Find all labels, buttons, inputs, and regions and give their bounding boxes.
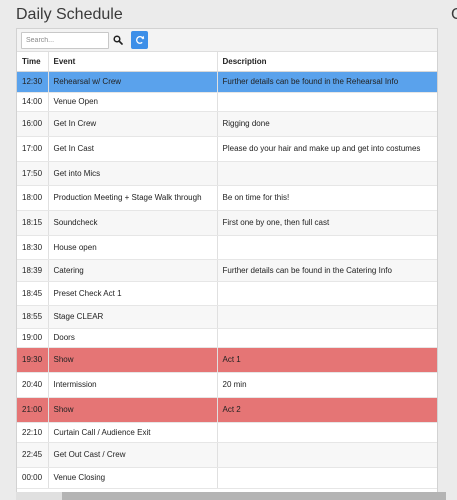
cell-description — [217, 467, 437, 489]
cell-event: Production Meeting + Stage Walk through — [48, 185, 218, 211]
cell-description: Be on time for this! — [217, 185, 437, 211]
cell-event: Get Out Cast / Crew — [48, 442, 218, 468]
cell-event: Venue Open — [48, 92, 218, 112]
cell-event: Intermission — [48, 372, 218, 398]
cell-description — [217, 161, 437, 186]
horizontal-scrollbar[interactable] — [16, 492, 446, 500]
cell-event: House open — [48, 235, 218, 260]
cell-event: Get In Cast — [48, 136, 218, 162]
cell-time: 19:30 — [17, 347, 49, 373]
column-header-description[interactable]: Description — [217, 52, 437, 72]
search-input[interactable] — [21, 32, 109, 49]
cell-time: 20:40 — [17, 372, 49, 398]
table-row[interactable]: 18:39 Catering Further details can be foun… — [17, 259, 437, 282]
cell-description: 20 min — [217, 372, 437, 398]
cell-description: Further details can be found in the Rehe… — [217, 71, 437, 93]
table-toolbar — [17, 29, 437, 52]
cell-description — [217, 92, 437, 112]
cell-description — [217, 442, 437, 468]
page-title: Daily Schedule — [16, 6, 123, 23]
cell-event: Get In Crew — [48, 111, 218, 137]
cell-description: Rigging done — [217, 111, 437, 137]
cell-description — [217, 281, 437, 306]
table-row[interactable]: 18:45 Preset Check Act 1 — [17, 281, 437, 306]
table-row[interactable]: 17:50 Get into Mics — [17, 161, 437, 186]
table-row[interactable]: 16:00 Get In Crew Rigging done — [17, 111, 437, 137]
cell-time: 22:45 — [17, 442, 49, 468]
refresh-icon — [135, 35, 144, 44]
cell-time: 16:00 — [17, 111, 49, 137]
cell-event: Stage CLEAR — [48, 305, 218, 329]
table-row[interactable]: 12:30 Rehearsal w/ Crew Further details ca… — [17, 71, 437, 93]
cell-event: Rehearsal w/ Crew — [48, 71, 218, 93]
cell-time: 19:00 — [17, 328, 49, 348]
table-row[interactable]: 18:55 Stage CLEAR — [17, 305, 437, 329]
cell-description: Further details can be found in the Cate… — [217, 259, 437, 282]
table-row[interactable]: 21:00 Show Act 2 — [17, 397, 437, 423]
cell-description — [217, 422, 437, 443]
cell-time: 18:39 — [17, 259, 49, 282]
cell-time: 18:15 — [17, 210, 49, 236]
cell-event: Curtain Call / Audience Exit — [48, 422, 218, 443]
cell-time: 14:00 — [17, 92, 49, 112]
cell-description — [217, 235, 437, 260]
cell-description: Act 2 — [217, 397, 437, 423]
cell-description: Please do your hair and make up and get … — [217, 136, 437, 162]
cell-event: Soundcheck — [48, 210, 218, 236]
table-row[interactable]: 19:00 Doors — [17, 328, 437, 348]
cell-description: First one by one, then full cast — [217, 210, 437, 236]
cell-description: Act 1 — [217, 347, 437, 373]
table-row[interactable]: 20:40 Intermission 20 min — [17, 372, 437, 398]
cell-event: Venue Closing — [48, 467, 218, 489]
next-panel-title: C — [451, 6, 457, 23]
search-icon[interactable] — [113, 35, 123, 45]
scrollbar-thumb[interactable] — [62, 492, 446, 500]
cell-time: 22:10 — [17, 422, 49, 443]
table-row[interactable]: 22:10 Curtain Call / Audience Exit — [17, 422, 437, 443]
cell-time: 12:30 — [17, 71, 49, 93]
cell-time: 18:00 — [17, 185, 49, 211]
cell-event: Get into Mics — [48, 161, 218, 186]
table-row[interactable]: 22:45 Get Out Cast / Crew — [17, 442, 437, 468]
column-header-event[interactable]: Event — [48, 52, 218, 72]
table-row[interactable]: 18:00 Production Meeting + Stage Walk thr… — [17, 185, 437, 211]
cell-time: 00:00 — [17, 467, 49, 489]
table-row[interactable]: 17:00 Get In Cast Please do your hair and … — [17, 136, 437, 162]
cell-time: 17:50 — [17, 161, 49, 186]
cell-time: 18:55 — [17, 305, 49, 329]
column-header-time[interactable]: Time — [17, 52, 49, 72]
cell-event: Show — [48, 397, 218, 423]
schedule-table: Time Event Description 12:30 Rehearsal w/… — [17, 52, 437, 489]
cell-event: Doors — [48, 328, 218, 348]
scrollbar-left-area[interactable] — [16, 492, 62, 500]
cell-description — [217, 305, 437, 329]
cell-time: 21:00 — [17, 397, 49, 423]
table-row[interactable]: 14:00 Venue Open — [17, 92, 437, 112]
cell-event: Catering — [48, 259, 218, 282]
cell-event: Show — [48, 347, 218, 373]
table-row[interactable]: 18:15 Soundcheck First one by one, then fu… — [17, 210, 437, 236]
cell-description — [217, 328, 437, 348]
cell-time: 18:30 — [17, 235, 49, 260]
table-row[interactable]: 00:00 Venue Closing — [17, 467, 437, 489]
cell-time: 17:00 — [17, 136, 49, 162]
table-row[interactable]: 18:30 House open — [17, 235, 437, 260]
table-header-row: Time Event Description — [17, 52, 437, 72]
refresh-button[interactable] — [131, 31, 148, 49]
table-row[interactable]: 19:30 Show Act 1 — [17, 347, 437, 373]
schedule-panel: Time Event Description 12:30Rehearsal w/… — [16, 28, 438, 500]
cell-time: 18:45 — [17, 281, 49, 306]
cell-event: Preset Check Act 1 — [48, 281, 218, 306]
